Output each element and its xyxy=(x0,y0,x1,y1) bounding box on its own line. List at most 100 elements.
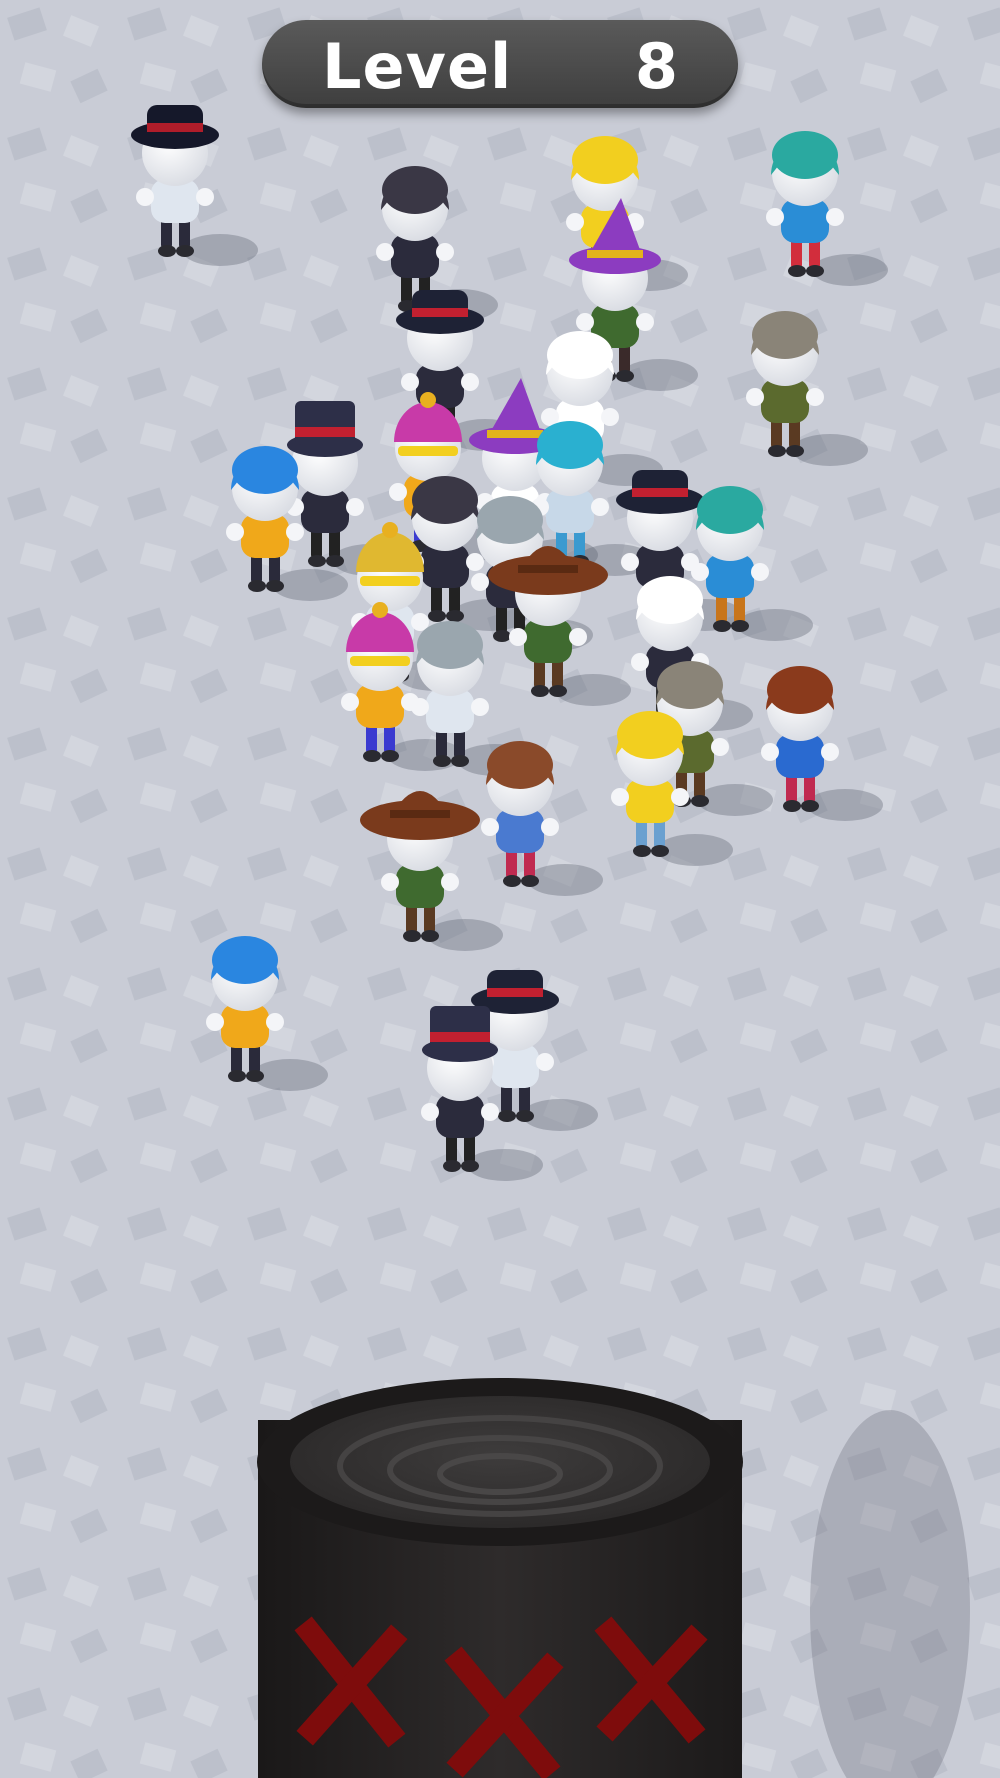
character-hair xyxy=(752,311,818,359)
character-shoe xyxy=(326,555,344,567)
character-hat-band xyxy=(587,250,643,258)
character-hand xyxy=(471,698,489,716)
character-shoe xyxy=(503,875,521,887)
character-shoe xyxy=(521,875,539,887)
character-shoe xyxy=(363,750,381,762)
character-hat-band xyxy=(632,488,688,497)
character-hand xyxy=(266,1013,284,1031)
character-hand xyxy=(471,573,489,591)
character-hat-band xyxy=(487,988,543,997)
character-shoe xyxy=(616,370,634,382)
character-hand xyxy=(346,498,364,516)
character-hand xyxy=(376,243,394,261)
character-hand xyxy=(509,628,527,646)
character-hat-band xyxy=(147,123,203,132)
character-hat-pompom xyxy=(382,522,398,538)
character-hand xyxy=(821,743,839,761)
character-shoe xyxy=(446,610,464,622)
character-shoe xyxy=(516,1110,534,1122)
character-hand xyxy=(711,738,729,756)
character-hair xyxy=(697,486,763,534)
collector-bin[interactable] xyxy=(257,1378,970,1778)
character-hand xyxy=(441,873,459,891)
character-shoe xyxy=(246,1070,264,1082)
level-label: Level xyxy=(322,30,513,103)
character-hair xyxy=(772,131,838,179)
character-hand xyxy=(826,208,844,226)
character-hand xyxy=(466,553,484,571)
character-hair xyxy=(477,496,543,544)
character-hand xyxy=(566,213,584,231)
character-hair xyxy=(382,166,448,214)
character-shoe xyxy=(443,1160,461,1172)
character-hand xyxy=(381,873,399,891)
character-hair xyxy=(767,666,833,714)
character-hat-pompom xyxy=(372,602,388,618)
character-hand xyxy=(691,563,709,581)
character-shoe xyxy=(691,795,709,807)
character-shoe xyxy=(461,1160,479,1172)
character-shoe xyxy=(713,620,731,632)
character-shoe xyxy=(531,685,549,697)
character-shoe xyxy=(801,800,819,812)
character-hair xyxy=(617,711,683,759)
character-shoe xyxy=(768,445,786,457)
character-hand xyxy=(536,1053,554,1071)
character-hair xyxy=(212,936,278,984)
character-hand xyxy=(341,693,359,711)
character-shoe xyxy=(228,1070,246,1082)
character-shoe xyxy=(783,800,801,812)
character-goggles xyxy=(350,656,410,666)
character-hand xyxy=(286,523,304,541)
character-hand xyxy=(461,373,479,391)
character-hat xyxy=(295,401,355,445)
character-goggles xyxy=(398,446,458,456)
character-hand xyxy=(751,563,769,581)
character-shoe xyxy=(451,755,469,767)
character-shoe xyxy=(731,620,749,632)
character-hand xyxy=(411,698,429,716)
character-hand xyxy=(766,208,784,226)
character-hand xyxy=(401,373,419,391)
character-hair xyxy=(572,136,638,184)
character-hand xyxy=(206,1013,224,1031)
character-hand xyxy=(136,188,154,206)
character-hair xyxy=(487,741,553,789)
character-shoe xyxy=(633,845,651,857)
character-hair xyxy=(537,421,603,469)
character-hand xyxy=(576,313,594,331)
character-shoe xyxy=(381,750,399,762)
character-shoe xyxy=(433,755,451,767)
character-shoe xyxy=(786,445,804,457)
level-indicator: Level 8 xyxy=(262,20,738,108)
character-shoe xyxy=(498,1110,516,1122)
character-hat-band xyxy=(390,810,450,818)
character-hand xyxy=(601,408,619,426)
character-hat-band xyxy=(412,308,468,317)
character-hair xyxy=(232,446,298,494)
level-number: 8 xyxy=(634,30,678,103)
character-hair xyxy=(412,476,478,524)
character-hat-band xyxy=(295,427,355,437)
character-hand xyxy=(481,1103,499,1121)
character-hat-pompom xyxy=(420,392,436,408)
character-hair xyxy=(637,576,703,624)
character-hand xyxy=(636,313,654,331)
game-scene[interactable] xyxy=(0,0,1000,1778)
character-shoe xyxy=(266,580,284,592)
character-hair xyxy=(417,621,483,669)
character-hand xyxy=(591,498,609,516)
character-hand xyxy=(541,818,559,836)
character-shoe xyxy=(788,265,806,277)
character-hand xyxy=(611,788,629,806)
character-hair xyxy=(657,661,723,709)
character-shoe xyxy=(493,630,511,642)
character-hand xyxy=(196,188,214,206)
character-hand xyxy=(621,553,639,571)
character-hand xyxy=(746,388,764,406)
character-hand xyxy=(226,523,244,541)
character-shoe xyxy=(428,610,446,622)
character-hand xyxy=(481,818,499,836)
character-hand xyxy=(806,388,824,406)
character-shoe xyxy=(176,245,194,257)
